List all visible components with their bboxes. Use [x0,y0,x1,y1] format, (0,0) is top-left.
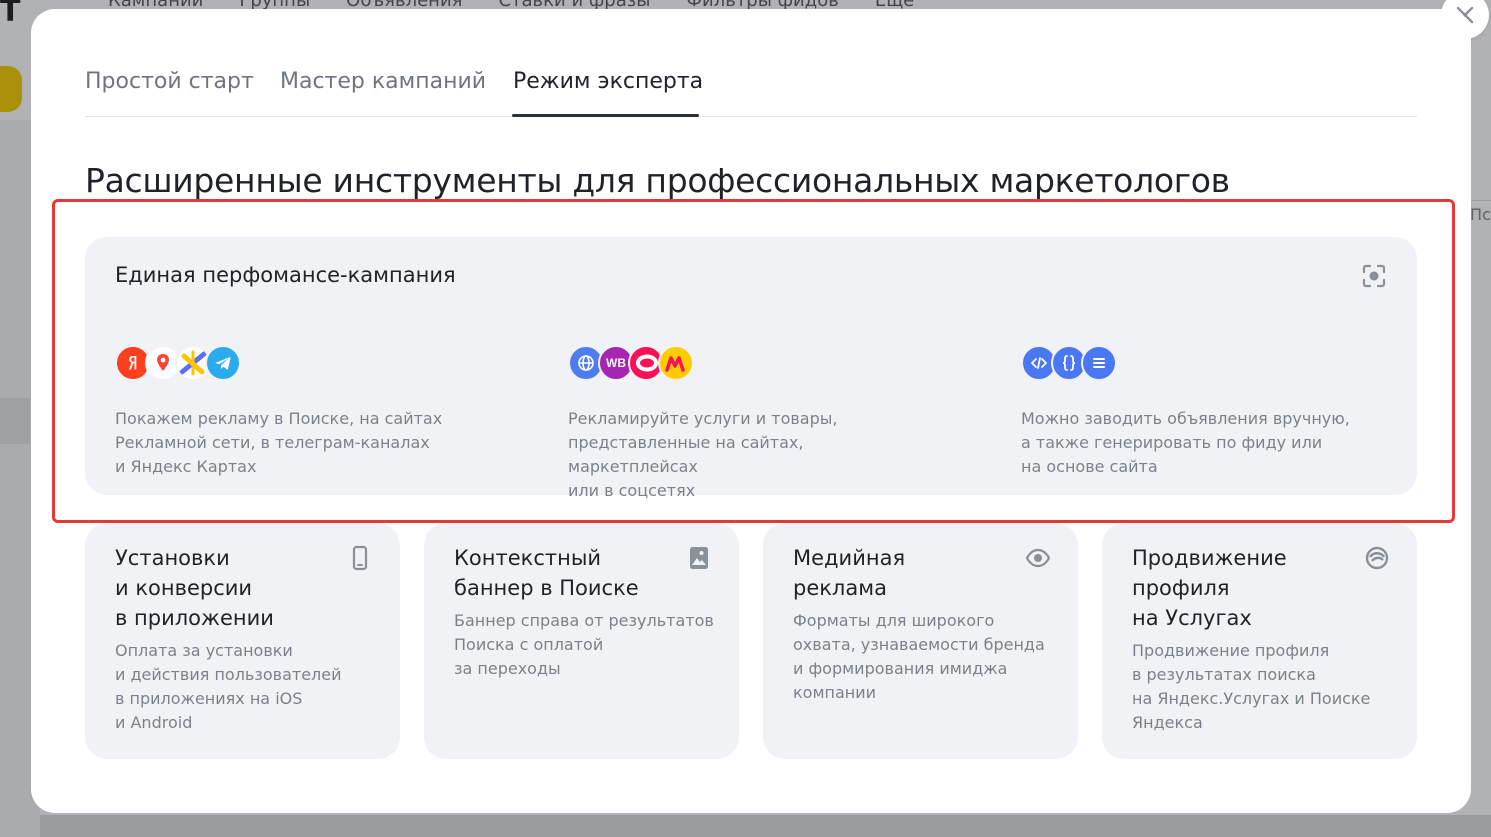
card-title: Контекстный баннер в Поиске [454,546,639,600]
media-ads-card[interactable]: Медийная реклама Форматы для широкого ох… [763,523,1078,759]
card-description: Баннер справа от результатов Поиска с оп… [454,611,714,678]
mode-tabs: Простой старт Мастер кампаний Режим эксп… [85,65,1417,117]
services-promo-card[interactable]: Продвижение профиля на Услугах Продвижен… [1102,523,1417,759]
app-installs-card[interactable]: Установки и конверсии в приложении Оплат… [85,523,400,759]
services-icon [1365,546,1389,570]
tab-expert-mode[interactable]: Режим эксперта [513,69,703,94]
image-icon [690,547,708,569]
card-title: Медийная реклама [793,546,906,600]
card-title: Установки и конверсии в приложении [115,546,274,630]
card-description: Продвижение профиля в результатах поиска… [1132,641,1371,732]
card-description: Оплата за установки и действия пользоват… [115,641,342,732]
active-tab-indicator [512,114,699,117]
tab-campaign-master[interactable]: Мастер кампаний [280,69,486,94]
tab-simple-start[interactable]: Простой старт [85,69,254,94]
phone-icon [352,545,368,571]
eye-icon [1025,548,1051,568]
page-title: Расширенные инструменты для профессионал… [85,161,1230,200]
context-banner-card[interactable]: Контекстный баннер в Поиске Баннер справ… [424,523,739,759]
card-description: Форматы для широкого охвата, узнаваемост… [793,611,1045,702]
highlight-frame [52,199,1455,523]
card-title: Продвижение профиля на Услугах [1132,546,1287,630]
campaign-type-modal: Простой старт Мастер кампаний Режим эксп… [31,9,1471,813]
